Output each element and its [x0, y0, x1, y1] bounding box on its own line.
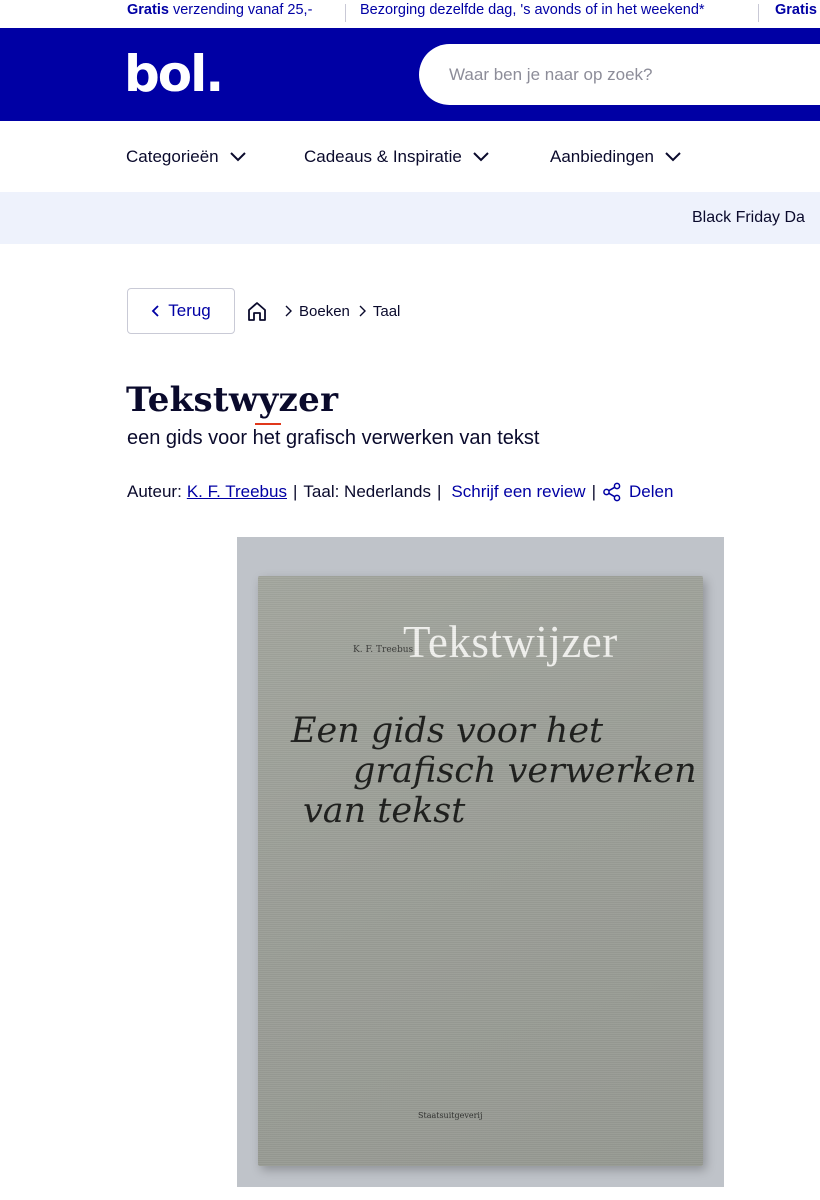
- usp-divider: [345, 4, 346, 22]
- cover-title: Tekstwijzer: [403, 617, 618, 667]
- nav-gifts-label: Cadeaus & Inspiratie: [304, 147, 462, 166]
- back-button-label: Terug: [168, 301, 211, 320]
- usp-divider: [758, 4, 759, 22]
- meta-divider: |: [292, 482, 298, 501]
- breadcrumb: Boeken Taal: [246, 298, 408, 324]
- author-prefix: Auteur:: [127, 482, 182, 501]
- cover-subtitle-line: grafisch verwerken: [353, 751, 697, 791]
- breadcrumb-item-language[interactable]: Taal: [373, 303, 401, 320]
- chevron-right-icon: [285, 305, 292, 317]
- product-image[interactable]: K. F. Treebus Tekstwijzer Een gids voor …: [237, 537, 724, 1187]
- share-icon: [603, 482, 621, 502]
- share-button[interactable]: Delen: [602, 482, 673, 502]
- usp-delivery: Bezorging dezelfde dag, 's avonds of in …: [360, 2, 705, 18]
- chevron-left-icon: [151, 305, 159, 317]
- language-label: Taal: Nederlands: [303, 482, 431, 501]
- nav-gifts-inspiration[interactable]: Cadeaus & Inspiratie: [304, 147, 490, 167]
- back-button[interactable]: Terug: [127, 288, 235, 334]
- meta-divider: |: [591, 482, 596, 501]
- author-link[interactable]: K. F. Treebus: [187, 482, 287, 502]
- chevron-down-icon: [229, 152, 246, 162]
- chevron-down-icon: [665, 152, 681, 162]
- cover-subtitle-line: van tekst: [303, 791, 466, 831]
- usp-bar: Gratis verzending vanaf 25,- Bezorging d…: [0, 0, 820, 28]
- breadcrumb-item-books[interactable]: Boeken: [299, 303, 350, 320]
- usp-free-shipping-repeat: Gratis: [775, 2, 817, 18]
- search-bar[interactable]: [419, 44, 820, 105]
- promo-banner[interactable]: Black Friday Da: [0, 192, 820, 244]
- book-cover: K. F. Treebus Tekstwijzer Een gids voor …: [258, 576, 703, 1166]
- cover-author: K. F. Treebus: [353, 645, 414, 655]
- chevron-right-icon: [359, 305, 366, 317]
- bol-logo[interactable]: bol.: [124, 46, 224, 102]
- write-review-link[interactable]: Schrijf een review: [451, 482, 585, 502]
- nav-categories-label: Categorieën: [126, 147, 219, 166]
- site-header: bol.: [0, 28, 820, 121]
- search-input[interactable]: [449, 44, 820, 105]
- nav-categories[interactable]: Categorieën: [126, 147, 247, 167]
- main-nav: Categorieën Cadeaus & Inspiratie Aanbied…: [0, 121, 820, 192]
- usp-free-shipping: Gratis verzending vanaf 25,-: [127, 2, 313, 18]
- meta-divider: |: [436, 482, 442, 501]
- chevron-down-icon: [473, 152, 489, 162]
- cover-subtitle-line: Een gids voor het: [291, 711, 604, 751]
- home-icon[interactable]: [246, 300, 268, 322]
- promo-text: Black Friday Da: [692, 209, 805, 226]
- nav-deals-label: Aanbiedingen: [550, 147, 654, 166]
- nav-deals[interactable]: Aanbiedingen: [550, 147, 682, 167]
- product-subtitle: een gids voor het grafisch verwerken van…: [127, 427, 540, 449]
- share-label: Delen: [629, 482, 674, 501]
- product-title: Tekstwyzer: [126, 380, 339, 420]
- cover-publisher: Staatsuitgeverij: [418, 1111, 483, 1120]
- product-meta: Auteur: K. F. Treebus | Taal: Nederlands…: [127, 482, 673, 502]
- spellcheck-underline: [255, 423, 281, 425]
